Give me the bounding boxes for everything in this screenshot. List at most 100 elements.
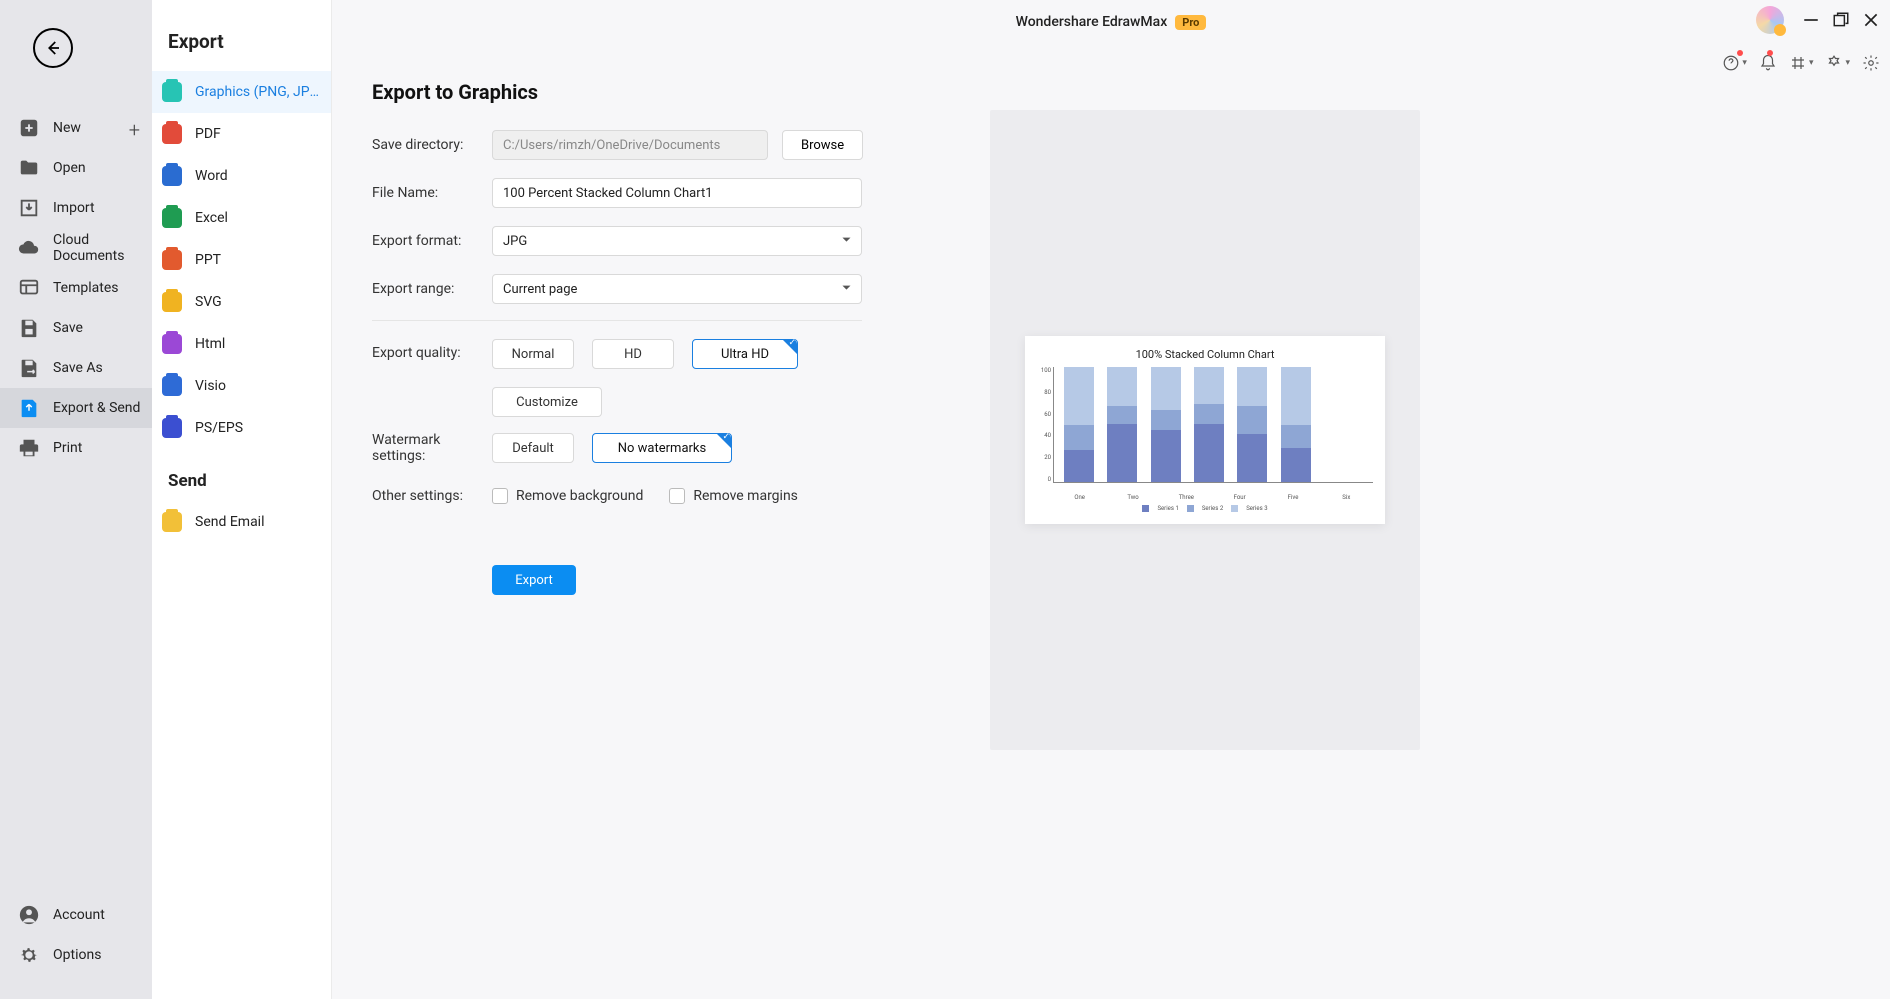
sidebar-item-open[interactable]: Open (0, 148, 152, 188)
page-title: Export to Graphics (372, 80, 932, 104)
pdf-icon (162, 124, 182, 144)
remove-margins-checkbox[interactable]: Remove margins (669, 488, 798, 504)
save-icon (18, 317, 40, 339)
label-directory: Save directory: (372, 137, 492, 153)
export-type-label: SVG (195, 294, 321, 310)
send-heading: Send (152, 449, 331, 501)
watermark-none[interactable]: No watermarks (592, 433, 732, 463)
sidebar-item-label: Print (53, 440, 82, 456)
email-icon (162, 512, 182, 532)
export-type-word[interactable]: Word (152, 155, 331, 197)
sidebar-item-templates[interactable]: Templates (0, 268, 152, 308)
html-icon (162, 334, 182, 354)
graphics-icon (162, 82, 182, 102)
saveas-icon (18, 357, 40, 379)
export-type-email[interactable]: Send Email (152, 501, 331, 543)
account-icon (18, 904, 40, 926)
chart-bar (1064, 367, 1094, 482)
preview-panel: 100% Stacked Column Chart 100806040200 O… (990, 110, 1420, 750)
label-range: Export range: (372, 281, 492, 297)
sidebar-item-label: Templates (53, 280, 119, 296)
visio-icon (162, 376, 182, 396)
label-watermark: Watermark settings: (372, 432, 492, 464)
arrow-left-icon (44, 39, 62, 57)
help-button[interactable]: ▾ (1722, 54, 1747, 72)
import-icon (18, 197, 40, 219)
keyboard-button[interactable]: ▾ (1789, 54, 1814, 72)
sidebar-item-new[interactable]: New + (0, 108, 152, 148)
sidebar-item-label: Save (53, 320, 83, 336)
export-type-label: Excel (195, 210, 321, 226)
export-button[interactable]: Export (492, 565, 576, 595)
sidebar-item-label: Options (53, 947, 101, 963)
sidebar-item-export[interactable]: Export & Send (0, 388, 152, 428)
quality-ultra-hd[interactable]: Ultra HD (692, 339, 798, 369)
sidebar-item-cloud[interactable]: Cloud Documents (0, 228, 152, 268)
chart-preview: 100% Stacked Column Chart 100806040200 O… (1025, 336, 1385, 524)
export-type-svg[interactable]: SVG (152, 281, 331, 323)
export-type-ppt[interactable]: PPT (152, 239, 331, 281)
back-button[interactable] (33, 28, 73, 68)
sidebar-item-label: Open (53, 160, 86, 176)
minimize-button[interactable] (1802, 11, 1820, 29)
export-type-label: Send Email (195, 514, 321, 530)
export-heading: Export (152, 30, 331, 71)
plus-box-icon (18, 117, 40, 139)
export-icon (18, 397, 40, 419)
sidebar-item-print[interactable]: Print (0, 428, 152, 468)
sidebar-item-label: Export & Send (53, 400, 140, 416)
maximize-button[interactable] (1832, 11, 1850, 29)
quality-normal[interactable]: Normal (492, 339, 574, 369)
theme-button[interactable]: ▾ (1825, 54, 1850, 72)
export-type-visio[interactable]: Visio (152, 365, 331, 407)
watermark-default[interactable]: Default (492, 433, 574, 463)
templates-icon (18, 277, 40, 299)
export-type-graphics[interactable]: Graphics (PNG, JPG et... (152, 71, 331, 113)
remove-background-checkbox[interactable]: Remove background (492, 488, 643, 504)
app-title: Wondershare EdrawMax Pro (1016, 14, 1207, 30)
range-select[interactable]: Current page (492, 274, 862, 304)
directory-input: C:/Users/rimzh/OneDrive/Documents (492, 130, 768, 160)
filename-input[interactable]: 100 Percent Stacked Column Chart1 (492, 178, 862, 208)
word-icon (162, 166, 182, 186)
sidebar-item-label: Account (53, 907, 105, 923)
ppt-icon (162, 250, 182, 270)
sidebar-item-account[interactable]: Account (0, 895, 152, 935)
export-type-pdf[interactable]: PDF (152, 113, 331, 155)
sidebar-item-label: Import (53, 200, 95, 216)
chart-bar (1151, 367, 1181, 482)
sidebar-item-label: Cloud Documents (53, 232, 152, 264)
export-type-ps[interactable]: PS/EPS (152, 407, 331, 449)
format-select[interactable]: JPG (492, 226, 862, 256)
export-type-html[interactable]: Html (152, 323, 331, 365)
browse-button[interactable]: Browse (782, 130, 863, 160)
notifications-button[interactable] (1759, 54, 1777, 72)
export-type-excel[interactable]: Excel (152, 197, 331, 239)
gear-icon (18, 944, 40, 966)
label-other: Other settings: (372, 488, 492, 504)
excel-icon (162, 208, 182, 228)
chart-bar (1237, 367, 1267, 482)
divider (372, 320, 862, 321)
label-quality: Export quality: (372, 339, 492, 361)
plus-icon[interactable]: + (129, 118, 140, 142)
export-type-label: Visio (195, 378, 321, 394)
export-type-label: PS/EPS (195, 420, 321, 436)
quality-hd[interactable]: HD (592, 339, 674, 369)
sidebar-item-import[interactable]: Import (0, 188, 152, 228)
print-icon (18, 437, 40, 459)
settings-button[interactable] (1862, 54, 1880, 72)
export-type-label: Html (195, 336, 321, 352)
ps-icon (162, 418, 182, 438)
sidebar-item-save[interactable]: Save (0, 308, 152, 348)
sidebar-item-saveas[interactable]: Save As (0, 348, 152, 388)
sidebar-item-options[interactable]: Options (0, 935, 152, 975)
quality-customize[interactable]: Customize (492, 387, 602, 417)
close-button[interactable] (1862, 11, 1880, 29)
sidebar-item-label: New (53, 120, 81, 136)
user-avatar[interactable] (1756, 6, 1784, 34)
export-type-label: Word (195, 168, 321, 184)
folder-icon (18, 157, 40, 179)
sidebar-item-label: Save As (53, 360, 103, 376)
pro-badge: Pro (1175, 15, 1206, 30)
